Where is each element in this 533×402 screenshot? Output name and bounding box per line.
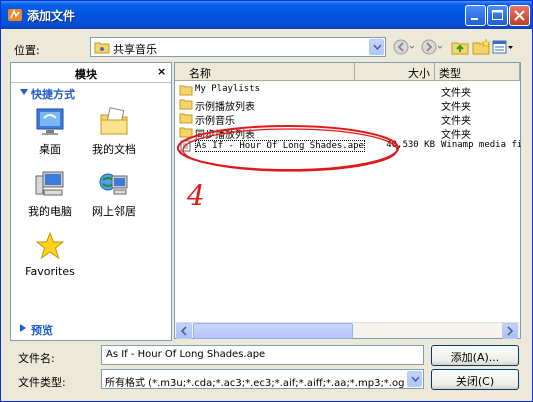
place-my-documents-label: 我的文档 <box>92 143 136 156</box>
place-network-label: 网上邻居 <box>92 205 136 218</box>
folder-icon <box>179 99 193 110</box>
expanded-triangle-icon <box>20 89 28 95</box>
desktop-icon <box>36 108 64 135</box>
places-title: 模块 <box>75 68 97 81</box>
chevron-left-icon <box>180 326 187 336</box>
scroll-left-button[interactable] <box>176 323 192 339</box>
places-pane: 模块 × 快捷方式 桌面 我的文档 我的电脑 网上邻居 Favorites 预览 <box>10 62 172 341</box>
places-close-button[interactable]: × <box>157 65 166 78</box>
list-item-name: My Playlists <box>195 84 261 94</box>
place-desktop[interactable]: 桌面 <box>15 106 85 157</box>
close-button[interactable]: 关闭(C) <box>431 369 519 390</box>
list-item[interactable]: My Playlists 文件夹 <box>179 84 524 99</box>
list-item-type: Winamp media fil <box>441 140 521 150</box>
my-documents-icon <box>100 107 128 135</box>
title-bar[interactable]: 添加文件 <box>1 1 532 29</box>
location-dropdown[interactable]: 共享音乐 <box>90 37 386 57</box>
shortcuts-section-label: 快捷方式 <box>31 88 75 101</box>
app-icon <box>8 9 22 21</box>
list-item-type: 文件夹 <box>441 116 471 127</box>
forward-icon[interactable] <box>420 37 442 57</box>
place-my-computer-label: 我的电脑 <box>28 205 72 218</box>
place-desktop-label: 桌面 <box>39 143 61 156</box>
preview-section-label: 预览 <box>31 324 53 337</box>
column-header-name[interactable]: 名称 <box>175 63 355 81</box>
location-value: 共享音乐 <box>113 43 157 56</box>
list-item[interactable]: 示例播放列表 文件夹 <box>179 98 524 113</box>
place-favorites[interactable]: Favorites <box>15 230 85 278</box>
column-header-size[interactable]: 大小 <box>355 63 435 81</box>
my-computer-icon <box>35 171 64 196</box>
filetype-dropdown[interactable]: 所有格式 (*.m3u;*.cda;*.ac3;*.ec3;*.aif;*.ai… <box>101 369 424 389</box>
shared-music-folder-icon <box>94 42 110 54</box>
list-item-type: 文件夹 <box>441 102 471 113</box>
view-menu-icon[interactable] <box>491 37 513 57</box>
preview-section-toggle[interactable]: 预览 <box>11 320 171 338</box>
add-button[interactable]: 添加(A)... <box>431 345 519 366</box>
add-file-dialog: 添加文件 位置: 共享音乐 模块 × 快捷方式 桌面 我的文档 我的电脑 网上邻… <box>0 0 533 402</box>
up-folder-icon[interactable] <box>450 37 472 57</box>
place-favorites-label: Favorites <box>25 265 75 278</box>
filetype-label: 文件类型: <box>18 376 66 389</box>
scrollbar-thumb[interactable] <box>193 323 353 339</box>
filename-label: 文件名: <box>18 352 55 365</box>
filetype-value: 所有格式 (*.m3u;*.cda;*.ac3;*.ec3;*.aif;*.ai… <box>105 378 405 389</box>
star-icon <box>35 231 65 260</box>
place-network[interactable]: 网上邻居 <box>79 168 149 219</box>
list-item-type: 文件夹 <box>441 130 471 141</box>
location-label: 位置: <box>14 44 40 57</box>
filetype-dropdown-arrow[interactable] <box>407 371 422 387</box>
filename-value: As If - Hour Of Long Shades.ape <box>106 349 266 360</box>
close-icon <box>514 10 525 21</box>
places-header: 模块 × <box>11 63 171 83</box>
back-icon[interactable] <box>392 37 414 57</box>
list-item-name: 示例播放列表 <box>195 102 255 113</box>
place-my-documents[interactable]: 我的文档 <box>79 106 149 157</box>
scroll-right-button[interactable] <box>502 323 518 339</box>
maximize-button[interactable] <box>487 5 508 26</box>
window-title: 添加文件 <box>27 9 76 23</box>
filename-input[interactable]: As If - Hour Of Long Shades.ape <box>101 345 424 365</box>
network-places-icon <box>99 173 128 195</box>
horizontal-scrollbar[interactable] <box>175 322 520 339</box>
annotation-ellipse <box>177 125 399 172</box>
collapsed-triangle-icon <box>20 324 26 332</box>
column-header-type[interactable]: 类型 <box>435 63 520 81</box>
new-folder-icon[interactable] <box>471 37 493 57</box>
chevron-right-icon <box>507 326 514 336</box>
annotation-number: 4 <box>187 179 205 212</box>
minimize-button[interactable] <box>465 5 486 26</box>
place-my-computer[interactable]: 我的电脑 <box>15 168 85 219</box>
add-button-label: 添加(A)... <box>450 351 500 364</box>
shortcuts-section-toggle[interactable]: 快捷方式 <box>11 84 171 102</box>
maximize-icon <box>492 10 503 20</box>
minimize-icon <box>471 18 478 20</box>
chevron-down-icon <box>411 376 420 382</box>
location-dropdown-arrow[interactable] <box>369 39 384 55</box>
folder-icon <box>179 85 193 96</box>
list-item-type: 文件夹 <box>441 88 471 99</box>
close-button-label: 关闭(C) <box>455 375 495 388</box>
close-window-button[interactable] <box>509 5 530 26</box>
file-list: 名称 大小 类型 My Playlists 文件夹 示例播放列表 文件夹 示例音… <box>174 62 521 339</box>
chevron-down-icon <box>373 44 382 50</box>
